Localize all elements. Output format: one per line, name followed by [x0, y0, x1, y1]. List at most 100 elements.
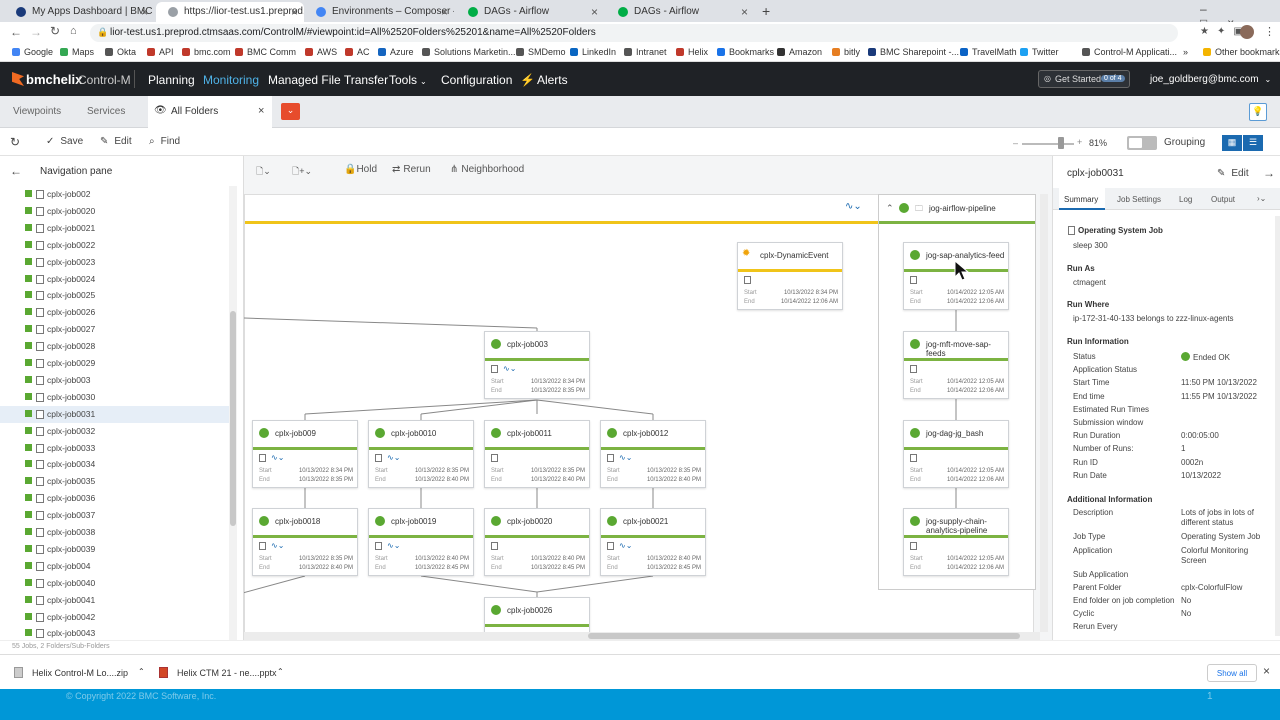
nav-alerts[interactable]: ⚡ Alerts	[520, 73, 568, 87]
tree-item[interactable]: cplx-job0022	[0, 237, 232, 254]
nav-planning[interactable]: Planning	[148, 73, 195, 87]
tree-item[interactable]: cplx-job0028	[0, 338, 232, 355]
nav-configuration[interactable]: Configuration	[441, 73, 512, 87]
details-edit-button[interactable]: ✎ Edit	[1217, 168, 1249, 179]
collapse-panel-arrow-icon[interactable]: →	[1263, 166, 1275, 180]
new-tab-button[interactable]: +	[762, 3, 770, 19]
tab-services[interactable]: Services	[87, 106, 125, 117]
canvas-v-scrollbar[interactable]	[1040, 194, 1048, 632]
profile-avatar[interactable]	[1240, 25, 1254, 39]
details-scrollbar[interactable]	[1275, 216, 1280, 636]
bookmark-item[interactable]: Azure	[378, 47, 414, 57]
close-tab-icon[interactable]: ×	[441, 5, 448, 19]
job-node[interactable]: jog-supply-chain-analytics-pipeline Start…	[903, 508, 1009, 576]
edit-button[interactable]: ✎ Edit	[100, 136, 132, 147]
lightbulb-icon[interactable]: 💡	[1249, 103, 1267, 121]
browser-tab[interactable]: My Apps Dashboard | BMC ×	[4, 2, 154, 22]
browser-tab[interactable]: Environments – Composer – SSC×	[304, 2, 454, 22]
nav-tools[interactable]: Tools ⌄	[389, 73, 427, 87]
close-tab-icon[interactable]: ×	[591, 5, 598, 19]
tree-item[interactable]: cplx-job0021	[0, 220, 232, 237]
bookmark-item[interactable]: API	[147, 47, 174, 57]
bookmark-item[interactable]: Okta	[105, 47, 136, 57]
close-downloads-icon[interactable]: ×	[1263, 664, 1270, 678]
forward-arrow-icon[interactable]: →	[30, 25, 42, 39]
bookmark-item[interactable]: Google	[12, 47, 53, 57]
job-node[interactable]: cplx-job0011 Start End 10/13/2022 8:35 PM 10…	[484, 420, 590, 488]
tree-item[interactable]: cplx-job0024	[0, 271, 232, 288]
job-node[interactable]: cplx-job0019 ∿⌄ Start End 10/13/2022 8:40 PM…	[368, 508, 474, 576]
tree-item[interactable]: cplx-job0040	[0, 575, 232, 592]
get-started-button[interactable]: ◎ Get Started 0 of 4	[1038, 70, 1130, 88]
save-button[interactable]: ✓ Save	[46, 136, 83, 147]
tree-item[interactable]: cplx-job0020	[0, 203, 232, 220]
job-node[interactable]: cplx-job0012 ∿⌄ Start End 10/13/2022 8:35 PM…	[600, 420, 706, 488]
download-item[interactable]: Helix CTM 21 - ne....pptx ⌃	[157, 665, 293, 681]
close-tab-icon[interactable]: ×	[258, 105, 264, 117]
job-node[interactable]: jog-dag-jg_bash Start End 10/14/2022 12:05 …	[903, 420, 1009, 488]
tree-item[interactable]: cplx-job0030	[0, 389, 232, 406]
bookmark-item[interactable]: BMC Sharepoint -...	[868, 47, 959, 57]
tree-scrollbar-thumb[interactable]	[230, 311, 236, 526]
bookmark-item[interactable]: AWS	[305, 47, 337, 57]
zoom-out-icon[interactable]: –	[1013, 138, 1018, 148]
collapse-pane-arrow-icon[interactable]: ←	[10, 164, 22, 178]
reload-icon[interactable]: ↻	[50, 24, 60, 38]
tree-item[interactable]: cplx-job0031	[0, 405, 232, 423]
bookmark-item[interactable]: Twitter	[1020, 47, 1059, 57]
tree-item[interactable]: cplx-job0027	[0, 321, 232, 338]
add-viewpoint-dropdown-button[interactable]: ⌄	[281, 103, 300, 120]
url-input[interactable]: 🔒 lior-test.us1.preprod.ctmsaas.com/Contr…	[90, 24, 1178, 42]
download-item[interactable]: Helix Control-M Lo....zip ⌃	[12, 665, 148, 681]
flow-icon[interactable]: ∿⌄	[271, 453, 284, 462]
tab-viewpoints[interactable]: Viewpoints	[13, 106, 61, 117]
bookmark-item[interactable]: Intranet	[624, 47, 667, 57]
bookmark-item[interactable]: bitly	[832, 47, 860, 57]
bookmark-item[interactable]: Solutions Marketin...	[422, 47, 516, 57]
tree-item[interactable]: cplx-job004	[0, 558, 232, 575]
tree-item[interactable]: cplx-job0041	[0, 592, 232, 609]
bookmark-item[interactable]: Bookmarks	[717, 47, 774, 57]
bookmark-item[interactable]: Maps	[60, 47, 94, 57]
flow-icon[interactable]: ∿⌄	[387, 453, 400, 462]
tabs-scroll-right-icon[interactable]: ›⌄	[1257, 194, 1266, 203]
tree-item[interactable]: cplx-job0025	[0, 287, 232, 304]
browser-tab[interactable]: DAGs - Airflow ×	[606, 2, 754, 22]
close-tab-icon[interactable]: ×	[291, 5, 298, 19]
job-node[interactable]: cplx-job0018 ∿⌄ Start End 10/13/2022 8:35 PM…	[252, 508, 358, 576]
bookmark-item[interactable]: Control-M Applicati...	[1082, 47, 1177, 57]
tree-item[interactable]: cplx-job003	[0, 372, 232, 389]
tab-job-settings[interactable]: Job Settings	[1117, 195, 1161, 204]
tree-item[interactable]: cplx-job0037	[0, 507, 232, 524]
job-node[interactable]: cplx-job003 ∿⌄ Start End 10/13/2022 8:34 PM 1…	[484, 331, 590, 399]
job-node[interactable]: cplx-job0020 Start End 10/13/2022 8:40 PM 10…	[484, 508, 590, 576]
bookmark-item[interactable]: bmc.com	[182, 47, 231, 57]
grouping-toggle[interactable]	[1127, 136, 1157, 150]
user-menu[interactable]: joe_goldberg@bmc.com ⌄	[1150, 74, 1271, 85]
back-arrow-icon[interactable]: ←	[10, 25, 22, 39]
tree-item[interactable]: cplx-job0042	[0, 609, 232, 626]
tree-item[interactable]: cplx-job0036	[0, 490, 232, 507]
graph-view-icon[interactable]: ▦	[1222, 135, 1242, 151]
browser-tab-active[interactable]: https://lior-test.us1.preprod.ctmsa×	[156, 2, 304, 22]
flow-icon[interactable]: ∿⌄	[387, 541, 400, 550]
zoom-in-icon[interactable]: +	[1077, 137, 1082, 147]
tab-all-folders[interactable]: 👁 All Folders ×	[148, 96, 272, 128]
bookmark-item[interactable]: AC	[345, 47, 370, 57]
nav-managed-file-transfer[interactable]: Managed File Transfer	[268, 73, 388, 87]
tree-item[interactable]: cplx-job0026	[0, 304, 232, 321]
tree-item[interactable]: cplx-job0033	[0, 440, 232, 457]
flow-icon[interactable]: ∿⌄	[503, 364, 516, 373]
job-node[interactable]: cplx-job009 ∿⌄ Start End 10/13/2022 8:34 PM 1…	[252, 420, 358, 488]
job-node[interactable]: ✹ cplx-DynamicEvent Start End 10/13/2022 8:3…	[737, 242, 843, 310]
job-node[interactable]: cplx-job0010 ∿⌄ Start End 10/13/2022 8:35 PM…	[368, 420, 474, 488]
bookmark-item[interactable]: Other bookmarks	[1203, 47, 1280, 57]
zoom-slider-handle[interactable]	[1058, 137, 1064, 149]
tree-item[interactable]: cplx-job0023	[0, 254, 232, 271]
job-node[interactable]: cplx-job0021 ∿⌄ Start End 10/13/2022 8:40 PM…	[600, 508, 706, 576]
tree-item[interactable]: cplx-job002	[0, 186, 232, 203]
flow-icon[interactable]: ∿⌄	[271, 541, 284, 550]
chevron-up-icon[interactable]: ⌃	[138, 667, 145, 676]
bookmark-item[interactable]: SMDemo	[516, 47, 566, 57]
flow-icon[interactable]: ∿⌄	[619, 541, 632, 550]
